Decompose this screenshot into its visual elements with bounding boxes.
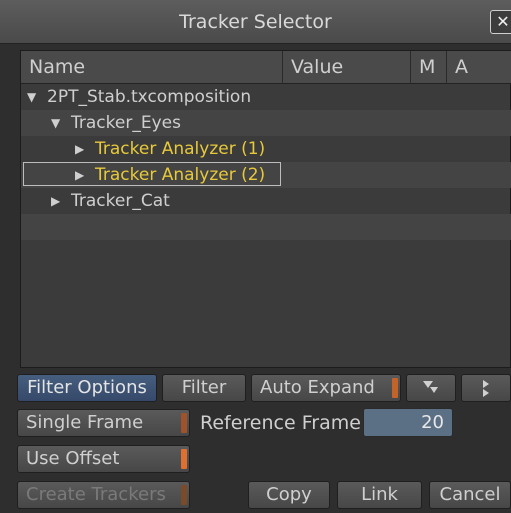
link-button[interactable]: Link bbox=[337, 481, 422, 509]
auto-expand-button[interactable]: Auto Expand bbox=[251, 374, 401, 402]
tree-row-tracker-cat[interactable]: ▶ Tracker_Cat bbox=[21, 188, 511, 214]
tree-row-composition[interactable]: ▼ 2PT_Stab.txcomposition bbox=[21, 84, 511, 110]
expand-down-icon bbox=[423, 381, 438, 393]
column-header-name[interactable]: Name bbox=[21, 51, 283, 84]
title-bar: Tracker Selector ✕ bbox=[0, 0, 511, 44]
collapsed-triangle-icon[interactable]: ▶ bbox=[75, 136, 84, 162]
copy-button[interactable]: Copy bbox=[248, 481, 330, 509]
tree-row-label: Tracker_Cat bbox=[71, 191, 170, 211]
step-right-button[interactable] bbox=[461, 374, 511, 402]
reference-frame-label: Reference Frame bbox=[200, 412, 361, 434]
toggle-indicator bbox=[181, 485, 187, 505]
use-offset-button[interactable]: Use Offset bbox=[17, 445, 190, 473]
selection-outline bbox=[23, 162, 281, 186]
collapsed-triangle-icon[interactable]: ▶ bbox=[51, 188, 60, 214]
expand-down-button[interactable] bbox=[406, 374, 456, 402]
window-title: Tracker Selector bbox=[179, 11, 332, 33]
tree-header: Name Value M A bbox=[21, 51, 511, 84]
filter-options-button[interactable]: Filter Options bbox=[17, 374, 157, 402]
use-offset-label: Use Offset bbox=[26, 448, 120, 469]
toggle-indicator bbox=[181, 413, 187, 433]
column-header-a[interactable]: A bbox=[447, 51, 511, 84]
filter-button[interactable]: Filter bbox=[162, 374, 246, 402]
tree-row-label: 2PT_Stab.txcomposition bbox=[47, 87, 252, 107]
single-frame-label: Single Frame bbox=[26, 412, 144, 433]
tree-row-tracker-eyes[interactable]: ▼ Tracker_Eyes bbox=[21, 110, 511, 136]
expanded-triangle-icon[interactable]: ▼ bbox=[51, 110, 60, 136]
step-right-icon bbox=[483, 380, 489, 397]
tracker-tree: Name Value M A ▼ 2PT_Stab.txcomposition … bbox=[20, 50, 511, 368]
create-trackers-label: Create Trackers bbox=[26, 484, 166, 505]
reference-frame-input[interactable]: 20 bbox=[363, 408, 453, 437]
expanded-triangle-icon[interactable]: ▼ bbox=[27, 84, 36, 110]
close-button[interactable]: ✕ bbox=[490, 10, 511, 34]
toggle-indicator bbox=[181, 449, 187, 469]
cancel-button[interactable]: Cancel bbox=[429, 481, 511, 509]
single-frame-button[interactable]: Single Frame bbox=[17, 409, 190, 437]
tree-row-label: Tracker_Eyes bbox=[71, 113, 181, 133]
toggle-indicator bbox=[392, 378, 398, 398]
column-header-value[interactable]: Value bbox=[283, 51, 411, 84]
column-header-m[interactable]: M bbox=[411, 51, 447, 84]
tree-row-empty bbox=[21, 214, 511, 240]
tree-row-label: Tracker Analyzer (1) bbox=[95, 139, 266, 159]
create-trackers-button[interactable]: Create Trackers bbox=[17, 481, 190, 509]
tree-row-tracker-analyzer-1[interactable]: ▶ Tracker Analyzer (1) bbox=[21, 136, 511, 162]
auto-expand-label: Auto Expand bbox=[260, 377, 375, 398]
